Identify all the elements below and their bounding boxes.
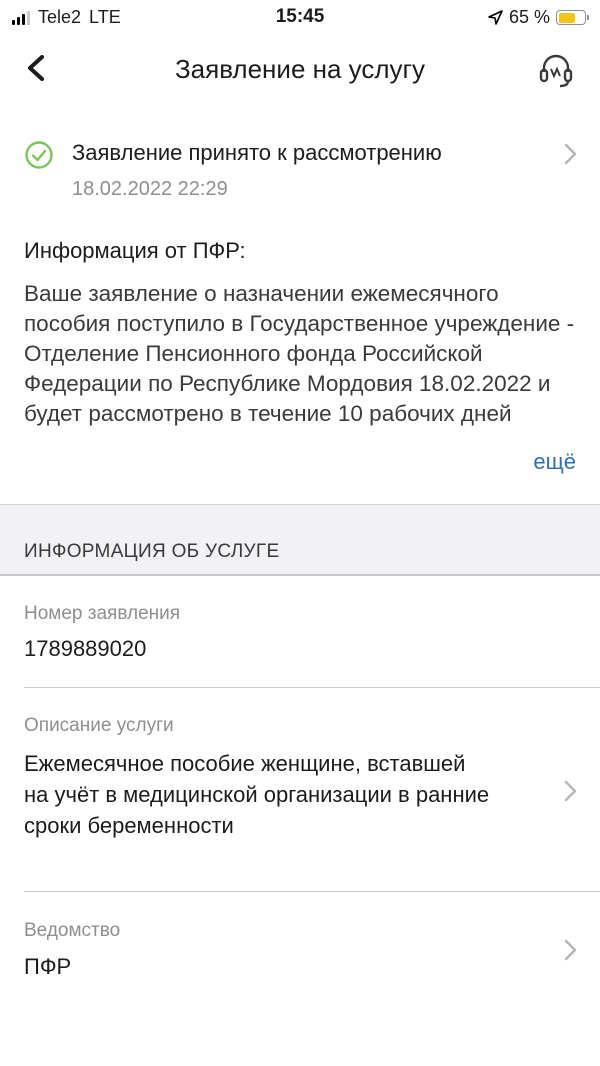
page-title: Заявление на услугу: [174, 54, 426, 84]
field-application-number: Номер заявления 1789889020: [0, 576, 600, 688]
navigation-bar: Заявление на услугу: [0, 36, 600, 102]
field-label: Ведомство: [24, 920, 121, 941]
field-value: 1789889020: [24, 636, 147, 661]
info-title: Информация от ПФР:: [24, 238, 246, 263]
show-more-link[interactable]: ещё: [533, 449, 576, 475]
field-agency[interactable]: Ведомство ПФР: [0, 892, 600, 1002]
support-headset-icon[interactable]: [536, 50, 576, 90]
field-value: Ежемесячное пособие женщине, вставшей на…: [24, 751, 490, 838]
battery-icon: [556, 10, 589, 25]
battery-level: [558, 12, 575, 23]
chevron-right-icon: [564, 939, 577, 961]
field-label: Описание услуги: [24, 715, 174, 736]
check-circle-icon: [25, 141, 53, 169]
location-arrow-icon: [488, 10, 503, 25]
status-bar: Tele2 LTE 15:45 65 %: [0, 0, 600, 36]
chevron-right-icon: [564, 780, 577, 802]
chevron-right-icon: [564, 143, 577, 165]
field-service-description[interactable]: Описание услуги Ежемесячное пособие женщ…: [0, 688, 600, 892]
field-value: ПФР: [24, 954, 72, 979]
field-label: Номер заявления: [24, 603, 181, 624]
application-status-text: Заявление принято к рассмотрению: [72, 140, 442, 165]
application-status-date: 18.02.2022 22:29: [72, 178, 228, 200]
section-header: ИНФОРМАЦИЯ ОБ УСЛУГЕ: [0, 504, 600, 576]
section-title: ИНФОРМАЦИЯ ОБ УСЛУГЕ: [24, 541, 280, 562]
battery-percent: 65 %: [508, 7, 550, 27]
application-status-row[interactable]: Заявление принято к рассмотрению 18.02.2…: [0, 136, 600, 206]
status-right: 65 %: [488, 7, 589, 28]
